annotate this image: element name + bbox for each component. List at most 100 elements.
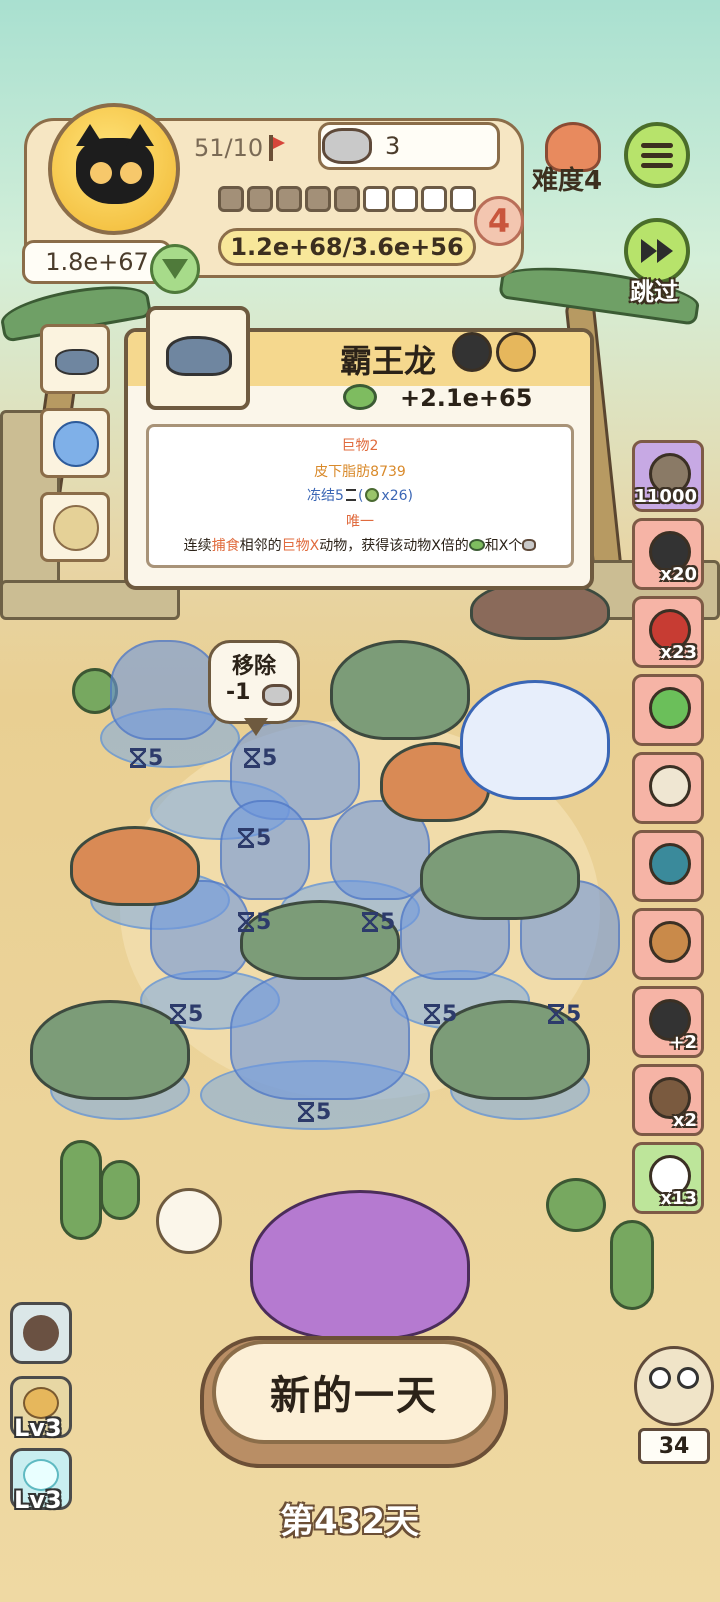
menu-button[interactable] xyxy=(624,122,690,188)
menu-icon xyxy=(641,138,673,173)
day-counter: 第432天 xyxy=(280,1502,419,1542)
inventory-item[interactable] xyxy=(632,752,704,824)
brachiosaurus[interactable] xyxy=(30,1000,190,1100)
ability-text: 连续捕食相邻的巨物X动物，获得该动物X倍的 和X个 xyxy=(149,535,571,555)
trait-giant: 巨物2 xyxy=(341,438,379,454)
inventory-item[interactable]: +2 xyxy=(632,986,704,1058)
freeze-tag: 5 xyxy=(238,910,271,935)
skeleton-icon xyxy=(649,765,691,807)
slot-coconut[interactable] xyxy=(10,1302,72,1364)
trex-portrait xyxy=(146,306,250,410)
level-label: Lv3 xyxy=(14,1414,62,1442)
ankylosaurus[interactable] xyxy=(70,826,200,906)
trex-icon xyxy=(166,336,232,376)
round-cactus xyxy=(546,1178,606,1232)
pet-food-can-icon xyxy=(322,128,372,164)
food-icon xyxy=(343,384,377,410)
item-count: x2 xyxy=(672,1110,697,1131)
hourglass-icon xyxy=(345,489,356,501)
ice-orb-card[interactable] xyxy=(40,408,110,478)
owl-count: 34 xyxy=(638,1428,710,1464)
progress-segment xyxy=(276,186,302,212)
coconut-icon xyxy=(23,1315,59,1351)
hourglass-icon xyxy=(238,828,254,848)
inventory-item[interactable]: x13 xyxy=(632,1142,704,1214)
phoenix-bird[interactable] xyxy=(460,680,610,800)
freeze-tag: 5 xyxy=(548,1002,581,1027)
certificate-scroll-icon[interactable] xyxy=(156,1188,222,1254)
item-count: x20 xyxy=(660,564,697,585)
level-label: Lv3 xyxy=(14,1486,62,1514)
hourglass-icon xyxy=(130,748,146,768)
inventory-item[interactable]: x23 xyxy=(632,596,704,668)
freeze-tag: 5 xyxy=(238,826,271,851)
hourglass-icon xyxy=(170,1004,186,1024)
freeze-tag: 5 xyxy=(244,746,277,771)
hourglass-icon xyxy=(298,1102,314,1122)
power-display: 1.8e+67 xyxy=(22,240,172,284)
hourglass-icon xyxy=(238,912,254,932)
item-count: 11000 xyxy=(634,486,697,507)
fast-forward-icon xyxy=(641,239,673,263)
egg-card[interactable] xyxy=(40,492,110,562)
hourglass-icon xyxy=(362,912,378,932)
capacity-counter: 51/10 xyxy=(194,128,302,168)
frozen-skull-tag-icon xyxy=(452,332,492,372)
bubble-tail xyxy=(244,718,268,736)
can-icon xyxy=(262,684,292,706)
cactus xyxy=(60,1140,102,1240)
owl-icon[interactable] xyxy=(634,1346,714,1426)
inventory-item[interactable]: x2 xyxy=(632,1064,704,1136)
inventory-item[interactable] xyxy=(632,908,704,980)
pink-hippo-keeper xyxy=(250,1190,470,1340)
trait-blubber: 皮下脂肪8739 xyxy=(314,464,406,480)
new-day-button[interactable]: 新的一天 xyxy=(212,1340,496,1444)
potion-icon xyxy=(649,687,691,729)
frozen-stegosaurus[interactable] xyxy=(110,640,220,740)
trex-card[interactable] xyxy=(40,324,110,394)
remove-label: 移除 xyxy=(232,654,277,679)
progress-segment xyxy=(305,186,331,212)
brachiosaurus[interactable] xyxy=(420,830,580,920)
sun-badge-icon xyxy=(365,488,380,502)
inventory-item[interactable]: 11000 xyxy=(632,440,704,512)
remove-cost: -1 xyxy=(226,680,251,705)
inventory-item[interactable] xyxy=(632,830,704,902)
fossil-skull-tag-icon xyxy=(496,332,536,372)
frozen-mammoth[interactable] xyxy=(230,970,410,1100)
freeze-tag: 5 xyxy=(170,1002,203,1027)
difficulty-label: 难度4 xyxy=(532,166,603,196)
flag-icon xyxy=(269,135,286,161)
food-yield: +2.1e+65 xyxy=(400,384,533,412)
progress-segment xyxy=(450,186,476,212)
hourglass-icon xyxy=(424,1004,440,1024)
inventory-item[interactable] xyxy=(632,674,704,746)
game-screen: 5 5 5 5 5 5 5 5 5 移除 -1 51/10 3 1.8e+67 … xyxy=(0,0,720,1602)
chevron-down-icon xyxy=(162,259,188,279)
expand-button[interactable] xyxy=(150,244,200,294)
trex-icon xyxy=(55,349,99,375)
inventory-item[interactable]: x20 xyxy=(632,518,704,590)
can-icon xyxy=(522,539,537,551)
freeze-tag: 5 xyxy=(362,910,395,935)
animal-name: 霸王龙 xyxy=(340,342,437,380)
black-cat-icon xyxy=(76,124,154,204)
progress-text: 1.2e+68/3.6e+56 xyxy=(218,228,476,266)
progress-segment xyxy=(392,186,418,212)
progress-segment xyxy=(334,186,360,212)
hourglass-icon xyxy=(548,1004,564,1024)
shrine-icon xyxy=(649,843,691,885)
cactus xyxy=(610,1220,654,1310)
progress-segment xyxy=(218,186,244,212)
freeze-tag: 5 xyxy=(130,746,163,771)
item-count: +2 xyxy=(669,1032,697,1053)
freeze-tag: 5 xyxy=(424,1002,457,1027)
hourglass-icon xyxy=(244,748,260,768)
brachiosaurus[interactable] xyxy=(330,640,470,740)
item-count: x13 xyxy=(660,1188,697,1209)
ice-orb-icon xyxy=(53,421,99,467)
gingerbread-icon xyxy=(649,921,691,963)
progress-segment xyxy=(247,186,273,212)
level-badge: 4 xyxy=(474,196,524,246)
progress-segment xyxy=(363,186,389,212)
